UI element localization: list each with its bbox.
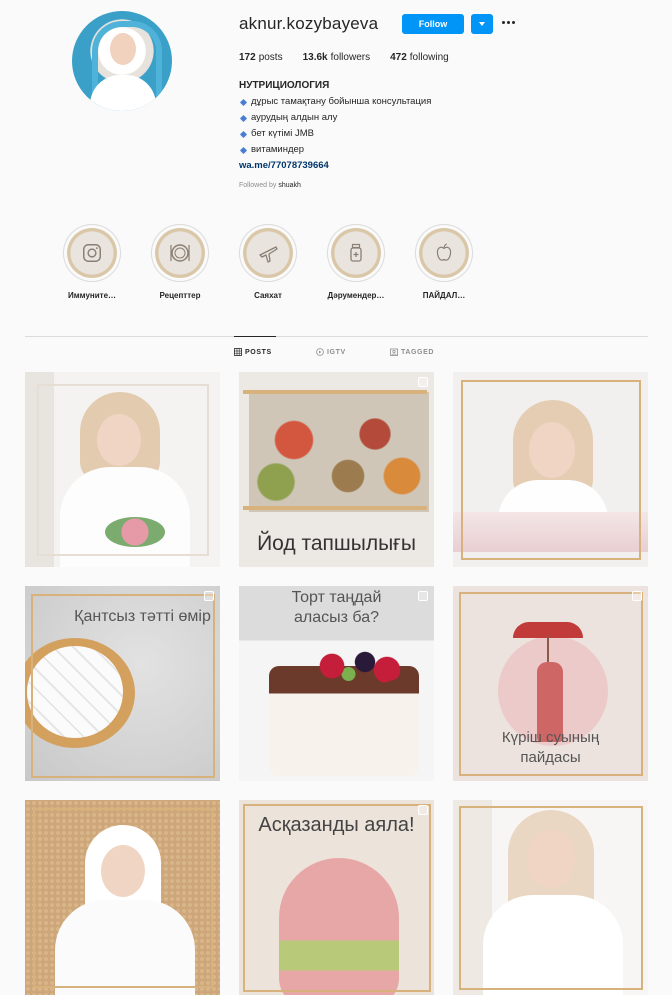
bio-line: бет күтімі JMB: [239, 126, 431, 142]
highlight-item[interactable]: Рецепттер: [136, 224, 224, 300]
apple-icon: [436, 243, 452, 261]
highlight-item[interactable]: Дәрумендер…: [312, 224, 400, 300]
followers-stat[interactable]: 13.6k followers: [303, 52, 371, 63]
profile-bio: НУТРИЦИОЛОГИЯ дұрыс тамақтану бойынша ко…: [239, 78, 431, 174]
post-caption: Йод тапшылығы: [257, 532, 416, 555]
post-tile[interactable]: [453, 372, 648, 567]
profile-stats: 172 posts 13.6k followers 472 following: [239, 52, 449, 63]
highlight-item[interactable]: Иммуните…: [48, 224, 136, 300]
story-highlights: Иммуните… Рецепттер Саяхат Дәрумендер… П…: [48, 224, 488, 300]
more-options-icon[interactable]: [502, 21, 515, 24]
grid-icon: [234, 348, 242, 356]
following-stat[interactable]: 472 following: [390, 52, 449, 63]
post-tile[interactable]: [25, 372, 220, 567]
medicine-jar-icon: [350, 243, 362, 262]
posts-stat: 172 posts: [239, 52, 283, 63]
post-tile[interactable]: Торт таңдай аласыз ба?: [239, 586, 434, 781]
bio-line: витаминдер: [239, 142, 431, 158]
igtv-icon: [316, 348, 324, 356]
tabs-divider: [25, 336, 648, 337]
tag-icon: [390, 348, 398, 356]
post-tile[interactable]: Қантсыз тәтті өмір: [25, 586, 220, 781]
instagram-icon: [83, 244, 101, 262]
post-tile[interactable]: Йод тапшылығы: [239, 372, 434, 567]
highlight-label: Саяхат: [254, 291, 282, 300]
highlight-label: Дәрумендер…: [327, 291, 385, 300]
tab-igtv[interactable]: IGTV: [316, 348, 346, 356]
diamond-icon: [239, 114, 248, 122]
suggested-dropdown-button[interactable]: [471, 14, 493, 34]
follow-button[interactable]: Follow: [402, 14, 464, 34]
profile-avatar[interactable]: [72, 11, 172, 111]
followed-by-user[interactable]: shuakh: [278, 182, 301, 189]
post-tile[interactable]: [453, 800, 648, 995]
diamond-icon: [239, 146, 248, 154]
profile-username: aknur.kozybayeva: [239, 14, 379, 33]
highlight-label: Иммуните…: [67, 291, 117, 300]
active-tab-indicator: [234, 336, 276, 337]
plate-cutlery-icon: [170, 244, 190, 262]
bio-title: НУТРИЦИОЛОГИЯ: [239, 80, 330, 91]
post-tile[interactable]: [25, 800, 220, 995]
bio-line: аурудың алдын алу: [239, 110, 431, 126]
tab-posts[interactable]: POSTS: [234, 348, 272, 356]
bio-line: дұрыс тамақтану бойынша консультация: [239, 94, 431, 110]
airplane-icon: [259, 246, 278, 263]
carousel-icon: [632, 591, 642, 601]
carousel-icon: [418, 377, 428, 387]
highlight-label: Рецепттер: [159, 291, 201, 300]
highlight-item[interactable]: ПАЙДАЛ…: [400, 224, 488, 300]
diamond-icon: [239, 130, 248, 138]
bio-link[interactable]: wa.me/77078739664: [239, 158, 431, 174]
carousel-icon: [204, 591, 214, 601]
diamond-icon: [239, 98, 248, 106]
post-caption: Торт таңдай аласыз ба?: [291, 589, 382, 626]
carousel-icon: [418, 805, 428, 815]
post-tile[interactable]: Күріш суының пайдасы: [453, 586, 648, 781]
carousel-icon: [418, 591, 428, 601]
highlight-item[interactable]: Саяхат: [224, 224, 312, 300]
highlight-label: ПАЙДАЛ…: [422, 291, 466, 300]
post-tile[interactable]: Асқазанды аяла!: [239, 800, 434, 995]
followed-by: Followed by shuakh: [239, 182, 301, 189]
tab-tagged[interactable]: TAGGED: [390, 348, 434, 356]
avatar-face: [110, 33, 136, 65]
chevron-down-icon: [479, 22, 485, 26]
